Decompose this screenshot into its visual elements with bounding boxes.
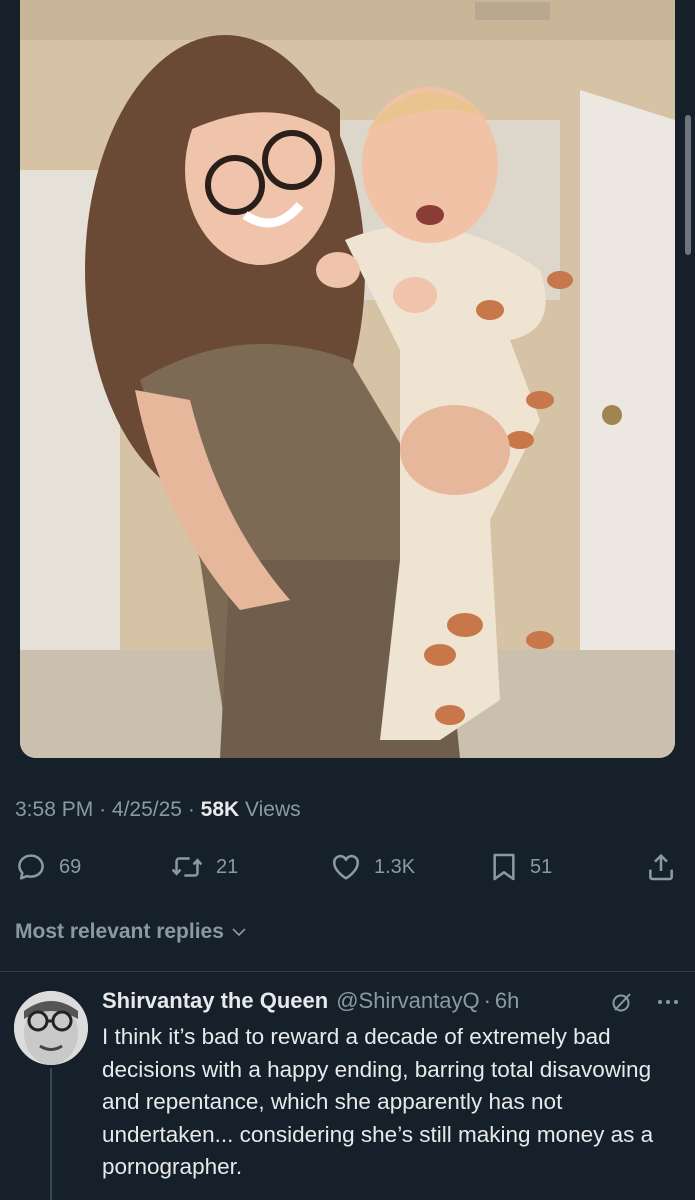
- views-count: 58K: [200, 798, 240, 821]
- reply-sort-dropdown[interactable]: Most relevant replies: [15, 920, 248, 944]
- reply-header: Shirvantay the Queen @ShirvantayQ · 6h: [102, 988, 519, 1014]
- tweet-date[interactable]: 4/25/25: [112, 798, 182, 821]
- avatar[interactable]: [14, 991, 88, 1065]
- tweet-photo[interactable]: [20, 0, 675, 758]
- more-icon[interactable]: [656, 990, 680, 1014]
- divider: [0, 971, 695, 972]
- share-button[interactable]: [645, 846, 677, 888]
- repost-icon: [171, 857, 203, 877]
- like-button[interactable]: 1.3K: [330, 846, 415, 888]
- bookmark-count: 51: [530, 855, 553, 878]
- grok-icon[interactable]: [610, 990, 634, 1014]
- chevron-down-icon: [232, 928, 246, 937]
- reply-header-icons: [610, 990, 680, 1014]
- reply-button[interactable]: 69: [15, 846, 81, 888]
- like-count: 1.3K: [374, 855, 416, 878]
- bookmark-button[interactable]: 51: [490, 846, 552, 888]
- heart-icon: [333, 854, 359, 880]
- reply-author-handle[interactable]: @ShirvantayQ: [336, 988, 479, 1014]
- reply-author-name[interactable]: Shirvantay the Queen: [102, 988, 328, 1014]
- reply-separator: ·: [483, 988, 491, 1013]
- photo-illustration: [20, 0, 675, 758]
- tweet-time[interactable]: 3:58 PM: [15, 798, 93, 821]
- tweet-timestamp: 3:58 PM · 4/25/25 · 58K Views: [15, 798, 301, 821]
- repost-count: 21: [216, 855, 239, 878]
- reply-age[interactable]: 6h: [495, 988, 519, 1014]
- views-label: Views: [245, 798, 301, 821]
- reply-count: 69: [59, 855, 82, 878]
- bookmark-icon: [493, 853, 515, 881]
- avatar-image: [14, 991, 88, 1065]
- tweet-action-bar: 69 21 1.3K 51: [0, 846, 695, 888]
- reply-text: I think it’s bad to reward a decade of e…: [102, 1024, 654, 1180]
- reply-icon: [18, 854, 44, 880]
- repost-button[interactable]: 21: [170, 846, 238, 888]
- reply-sort-label: Most relevant replies: [15, 920, 224, 943]
- share-icon: [649, 853, 673, 881]
- scrollbar[interactable]: [685, 115, 691, 255]
- thread-line: [50, 1068, 52, 1200]
